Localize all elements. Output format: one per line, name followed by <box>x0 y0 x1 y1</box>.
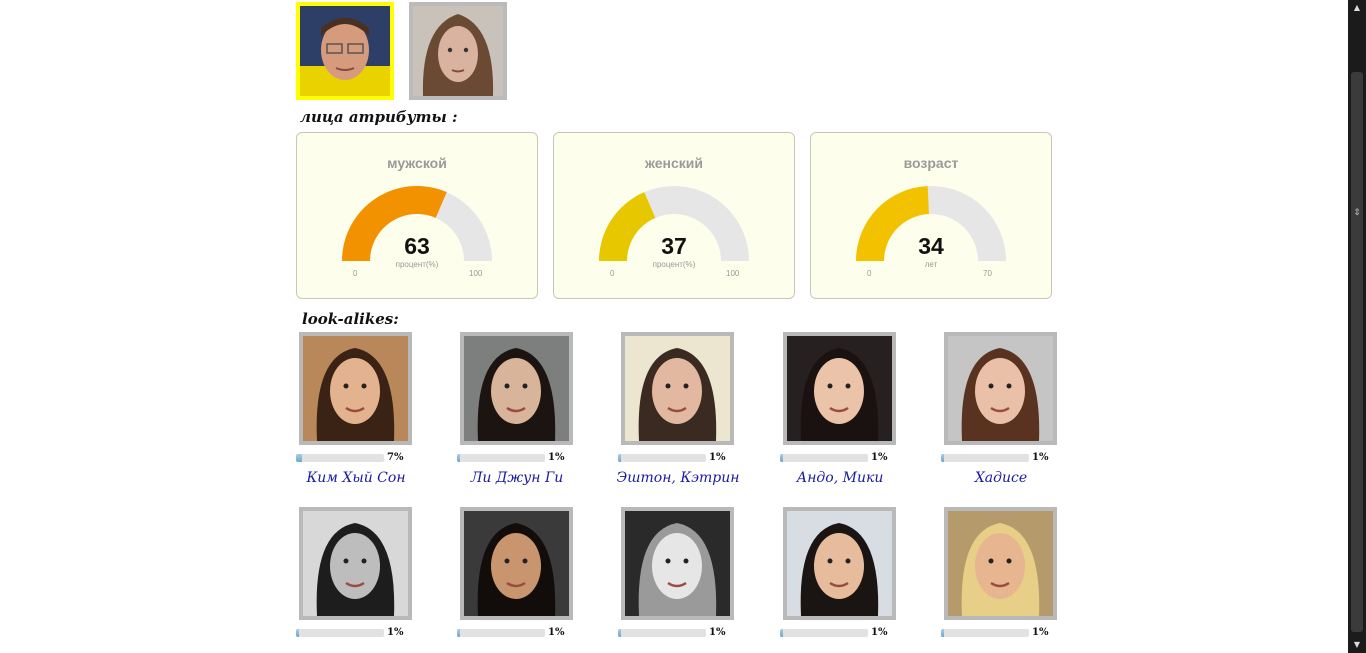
lookalike-photo[interactable] <box>783 332 896 445</box>
similarity-percent: 1% <box>1032 452 1049 463</box>
similarity-bar-fill <box>296 629 299 637</box>
gauge-male: мужской 63 процент(%) 0 100 <box>296 132 538 299</box>
gauge-max: 100 <box>469 269 483 278</box>
face-photo <box>948 336 1053 441</box>
lookalike-name-link[interactable]: Ли Джун Ги <box>447 470 587 486</box>
lookalike-name-link[interactable]: Ким Хый Сон <box>286 470 426 486</box>
similarity-percent: 1% <box>871 627 888 638</box>
similarity-bar-fill <box>618 454 621 462</box>
face-photo <box>625 336 730 441</box>
face-photo <box>303 511 408 616</box>
lookalike-name-link[interactable]: Андо, Мики <box>770 470 910 486</box>
similarity-percent: 1% <box>387 627 404 638</box>
similarity-bar <box>618 454 706 462</box>
lookalike-photo[interactable] <box>299 507 412 620</box>
face-photo-2 <box>413 6 503 96</box>
face-photo <box>464 511 569 616</box>
gauge-value: 34 <box>918 233 944 259</box>
similarity-bar-fill <box>941 629 944 637</box>
gauge-unit: процент(%) <box>652 260 696 269</box>
face-photo <box>948 511 1053 616</box>
gauge-min: 0 <box>353 269 358 278</box>
page: лица атрибуты : мужской 63 процент(%) 0 … <box>0 0 1348 653</box>
similarity-bar <box>941 454 1029 462</box>
lookalike-photo[interactable] <box>621 507 734 620</box>
similarity-bar-fill <box>618 629 621 637</box>
face-photo <box>464 336 569 441</box>
similarity-bar-fill <box>780 454 783 462</box>
similarity-bar-fill <box>941 454 944 462</box>
face-photo <box>625 511 730 616</box>
similarity-percent: 1% <box>548 452 565 463</box>
similarity-percent: 1% <box>871 452 888 463</box>
attributes-title: лица атрибуты : <box>300 108 458 126</box>
similarity-percent: 1% <box>548 627 565 638</box>
face-photo <box>303 336 408 441</box>
face-photo <box>787 511 892 616</box>
scroll-grip-icon: ⇕ <box>1353 208 1361 218</box>
lookalike-photo[interactable] <box>944 507 1057 620</box>
face-photo-1 <box>300 6 390 96</box>
scroll-thumb[interactable] <box>1351 72 1363 632</box>
gauge-unit: процент(%) <box>395 260 439 269</box>
lookalike-photo[interactable] <box>621 332 734 445</box>
gauge-value: 63 <box>404 233 430 259</box>
similarity-bar <box>296 454 384 462</box>
similarity-bar <box>941 629 1029 637</box>
face-photo <box>787 336 892 441</box>
vertical-scrollbar[interactable]: ▲ ⇕ ▼ <box>1348 0 1366 653</box>
similarity-bar <box>780 454 868 462</box>
similarity-percent: 7% <box>387 452 404 463</box>
gauge-max: 70 <box>983 269 992 278</box>
gauge-female: женский 37 процент(%) 0 100 <box>553 132 795 299</box>
similarity-bar-fill <box>457 454 460 462</box>
gauge-min: 0 <box>867 269 872 278</box>
similarity-percent: 1% <box>1032 627 1049 638</box>
lookalike-photo[interactable] <box>783 507 896 620</box>
gauge-title: женский <box>645 155 703 171</box>
lookalike-photo[interactable] <box>944 332 1057 445</box>
similarity-percent: 1% <box>709 452 726 463</box>
similarity-bar-fill <box>296 454 303 462</box>
similarity-bar <box>457 454 545 462</box>
gauge-value: 37 <box>661 233 687 259</box>
similarity-bar <box>457 629 545 637</box>
lookalikes-title: look-alikes: <box>302 310 399 328</box>
similarity-bar <box>780 629 868 637</box>
similarity-percent: 1% <box>709 627 726 638</box>
detected-face-2[interactable] <box>409 2 507 100</box>
detected-face-1[interactable] <box>296 2 394 100</box>
gauge-age: возраст 34 лет 0 70 <box>810 132 1052 299</box>
gauge-unit: лет <box>924 260 938 269</box>
gauge-title: мужской <box>387 155 447 171</box>
lookalike-name-link[interactable]: Эштон, Кэтрин <box>608 470 748 486</box>
gauge-min: 0 <box>610 269 615 278</box>
similarity-bar-fill <box>457 629 460 637</box>
similarity-bar <box>296 629 384 637</box>
lookalike-photo[interactable] <box>460 332 573 445</box>
gauge-title: возраст <box>903 155 959 171</box>
scroll-up-arrow-icon[interactable]: ▲ <box>1348 0 1366 16</box>
similarity-bar <box>618 629 706 637</box>
lookalike-photo[interactable] <box>460 507 573 620</box>
lookalike-photo[interactable] <box>299 332 412 445</box>
gauge-max: 100 <box>726 269 740 278</box>
similarity-bar-fill <box>780 629 783 637</box>
scroll-down-arrow-icon[interactable]: ▼ <box>1348 637 1366 653</box>
lookalike-name-link[interactable]: Хадисе <box>931 470 1071 486</box>
